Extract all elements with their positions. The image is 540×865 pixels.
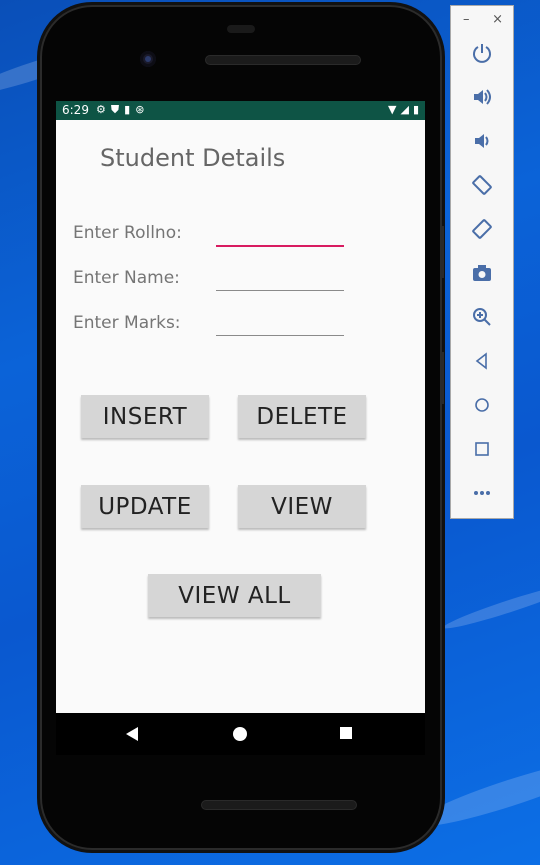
delete-button[interactable]: DELETE: [238, 395, 366, 438]
view-all-button[interactable]: VIEW ALL: [148, 574, 321, 617]
overview-icon[interactable]: [451, 436, 513, 462]
shield-icon: ⛊: [110, 103, 120, 116]
gear-icon: ⚙: [96, 103, 106, 116]
side-button: [441, 226, 444, 278]
more-icon[interactable]: [451, 480, 513, 506]
status-time: 6:29: [62, 103, 89, 117]
rollno-underline: [216, 245, 344, 247]
marks-underline: [216, 335, 344, 336]
nav-home-icon[interactable]: [233, 727, 247, 741]
volume-up-icon[interactable]: [451, 84, 513, 110]
nav-recents-icon[interactable]: [340, 727, 352, 739]
rotate-right-icon[interactable]: [451, 216, 513, 242]
name-label: Enter Name:: [73, 268, 180, 288]
navigation-bar: [56, 713, 425, 755]
signal-icon: ◢: [400, 103, 409, 116]
home-icon[interactable]: [451, 392, 513, 418]
battery-icon: ▮: [412, 103, 419, 116]
name-field[interactable]: [216, 264, 348, 292]
nav-back-icon[interactable]: [126, 727, 138, 741]
volume-down-icon[interactable]: [451, 128, 513, 154]
zoom-icon[interactable]: [451, 304, 513, 330]
rollno-field[interactable]: [216, 219, 348, 247]
earpiece-speaker: [205, 55, 361, 65]
update-button[interactable]: UPDATE: [81, 485, 209, 528]
close-button[interactable]: ×: [492, 12, 503, 27]
marks-label: Enter Marks:: [73, 313, 181, 333]
wifi-icon: ▼: [388, 103, 397, 116]
phone-screen: 6:29 ⚙ ⛊ ▮ ⊛ ▼ ◢ ▮ Student Details Enter…: [56, 101, 425, 713]
name-underline: [216, 290, 344, 291]
emulator-toolbar: – ×: [450, 5, 514, 519]
top-slot: [227, 25, 255, 33]
camera-icon[interactable]: [451, 260, 513, 286]
bottom-speaker: [201, 800, 357, 810]
front-camera: [140, 51, 156, 67]
desktop-streak: [441, 578, 540, 634]
sd-card-icon: ▮: [124, 103, 131, 116]
marks-field[interactable]: [216, 309, 348, 337]
rotate-left-icon[interactable]: [451, 172, 513, 198]
side-button: [441, 352, 444, 404]
view-button[interactable]: VIEW: [238, 485, 366, 528]
page-title: Student Details: [100, 144, 286, 172]
rollno-label: Enter Rollno:: [73, 223, 182, 243]
sync-icon: ⊛: [135, 103, 145, 116]
power-icon[interactable]: [451, 40, 513, 66]
back-icon[interactable]: [451, 348, 513, 374]
minimize-button[interactable]: –: [463, 12, 470, 27]
insert-button[interactable]: INSERT: [81, 395, 209, 438]
status-bar: 6:29 ⚙ ⛊ ▮ ⊛ ▼ ◢ ▮: [56, 101, 425, 120]
